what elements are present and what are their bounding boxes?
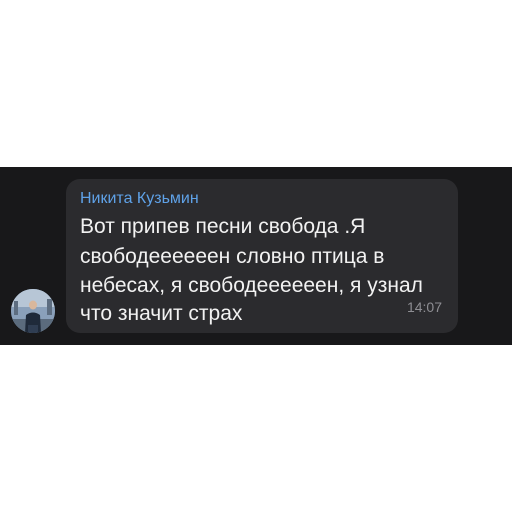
chat-message-area: Никита Кузьмин Вот припев песни свобода … <box>0 167 512 345</box>
message-bubble[interactable]: Никита Кузьмин Вот припев песни свобода … <box>66 179 458 333</box>
avatar[interactable] <box>11 289 55 333</box>
message-timestamp: 14:07 <box>406 299 442 315</box>
message-text-line: свободеееееен словно птица в <box>80 245 385 268</box>
avatar-photo <box>11 289 55 333</box>
message-text-line: Вот припев песни свобода .Я <box>80 215 366 238</box>
sender-name[interactable]: Никита Кузьмин <box>80 190 199 208</box>
message-text-line: что значит страх <box>80 302 243 325</box>
message-text-line: небесах, я свободеееееен, я узнал <box>80 274 423 297</box>
